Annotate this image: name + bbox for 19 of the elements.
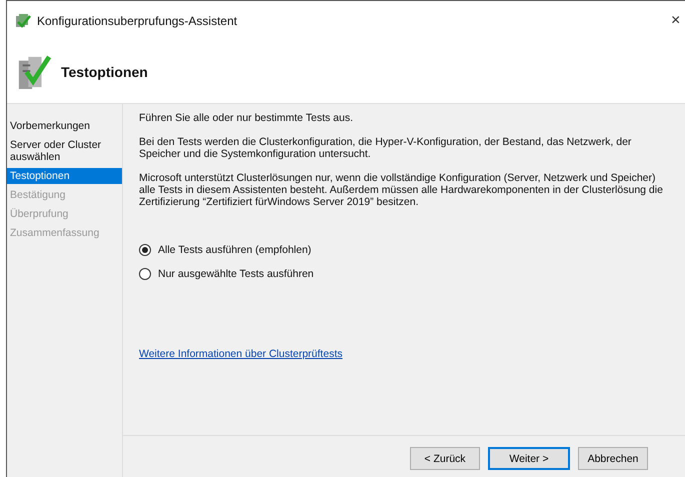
wizard-button[interactable]: Weiter > — [488, 447, 570, 470]
radio-button[interactable] — [139, 268, 151, 280]
description-text: Führen Sie alle oder nur bestimmte Tests aus. — [139, 112, 354, 124]
close-button[interactable]: × — [671, 12, 680, 30]
radio-button[interactable] — [139, 244, 151, 256]
info-link[interactable]: Weitere Informationen über Clusterprüftests — [139, 348, 342, 360]
sidebar-item[interactable]: Testoptionen — [7, 168, 122, 184]
sidebar-item[interactable]: Vorbemerkungen — [7, 118, 122, 134]
page-heading: Testoptionen — [61, 64, 148, 80]
server-check-icon — [17, 53, 51, 91]
description-text: Microsoft unterstützt Clusterlösungen nur, wenn die vollständige Konfiguration (Server, Netzwerk und Speicher) alle Tests in diesem Assistenten besteht. Außerdem müssen alle Hardwarekomponenten in der Clusterlösung die Zertifizierung “Zertifiziert fürWindows Server 2019” besitzen. — [139, 172, 664, 208]
wizard-button[interactable]: < Zurück — [410, 447, 480, 470]
app-icon — [15, 13, 31, 29]
window-title: Konfigurationsuberprufungs-Assistent — [37, 14, 238, 28]
radio-option[interactable]: Alle Tests ausführen (empfohlen) — [139, 244, 669, 256]
wizard-button[interactable]: Abbrechen — [578, 447, 648, 470]
radio-option[interactable]: Nur ausgewählte Tests ausführen — [139, 268, 669, 280]
description-text: Bei den Tests werden die Clusterkonfiguration, die Hyper-V-Konfiguration, der Bestand, das Netzwerk, der Speicher und die Systemkonfiguration untersucht. — [139, 136, 632, 160]
sidebar-item[interactable]: Server oder Cluster auswählen — [7, 137, 122, 165]
